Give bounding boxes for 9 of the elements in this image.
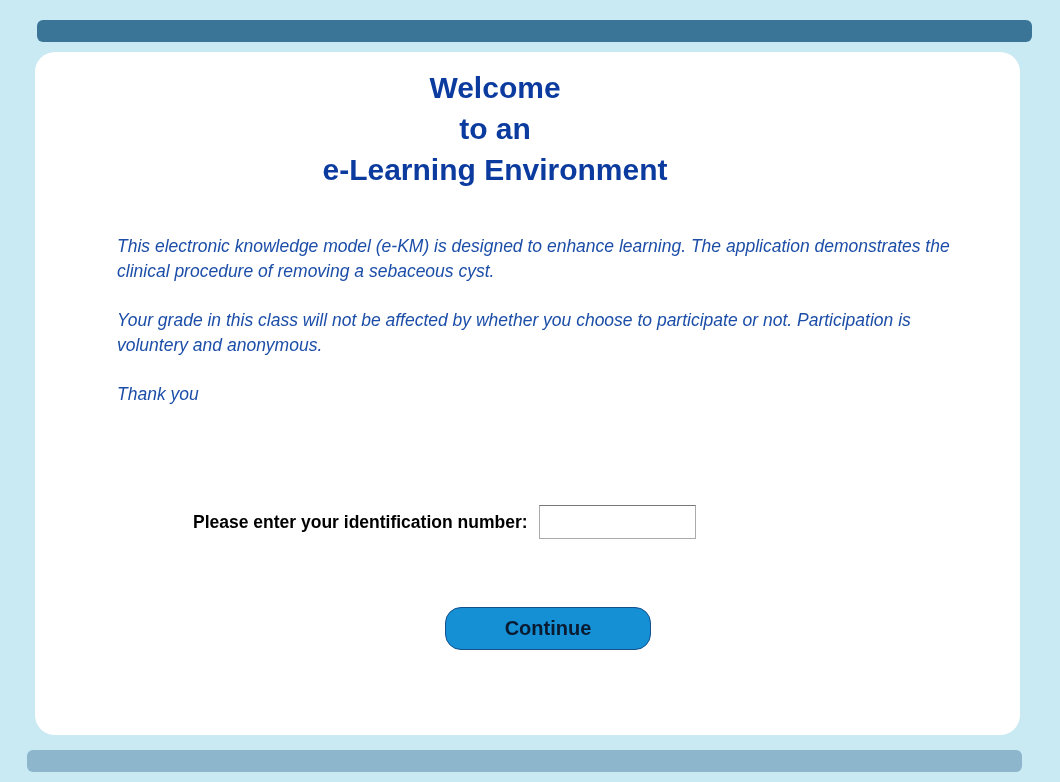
- id-input-field[interactable]: [538, 505, 696, 539]
- welcome-title: e-Learning Environment: [322, 152, 668, 188]
- welcome-title: Welcome: [429, 70, 561, 106]
- continue-button[interactable]: Continue: [445, 607, 651, 650]
- intro-paragraph: Your grade in this class will not be affected by whether you choose to participate or not. Participation is voluntery and anonymous.: [117, 309, 912, 357]
- intro-paragraph: Thank you: [117, 383, 200, 406]
- welcome-title: to an: [459, 111, 531, 147]
- id-prompt: Please enter your identification number:: [193, 511, 528, 533]
- intro-paragraph: This electronic knowledge model (e-KM) is designed to enhance learning. The application demonstrates the clinical procedure of removing a sebaceous cyst.: [117, 235, 951, 283]
